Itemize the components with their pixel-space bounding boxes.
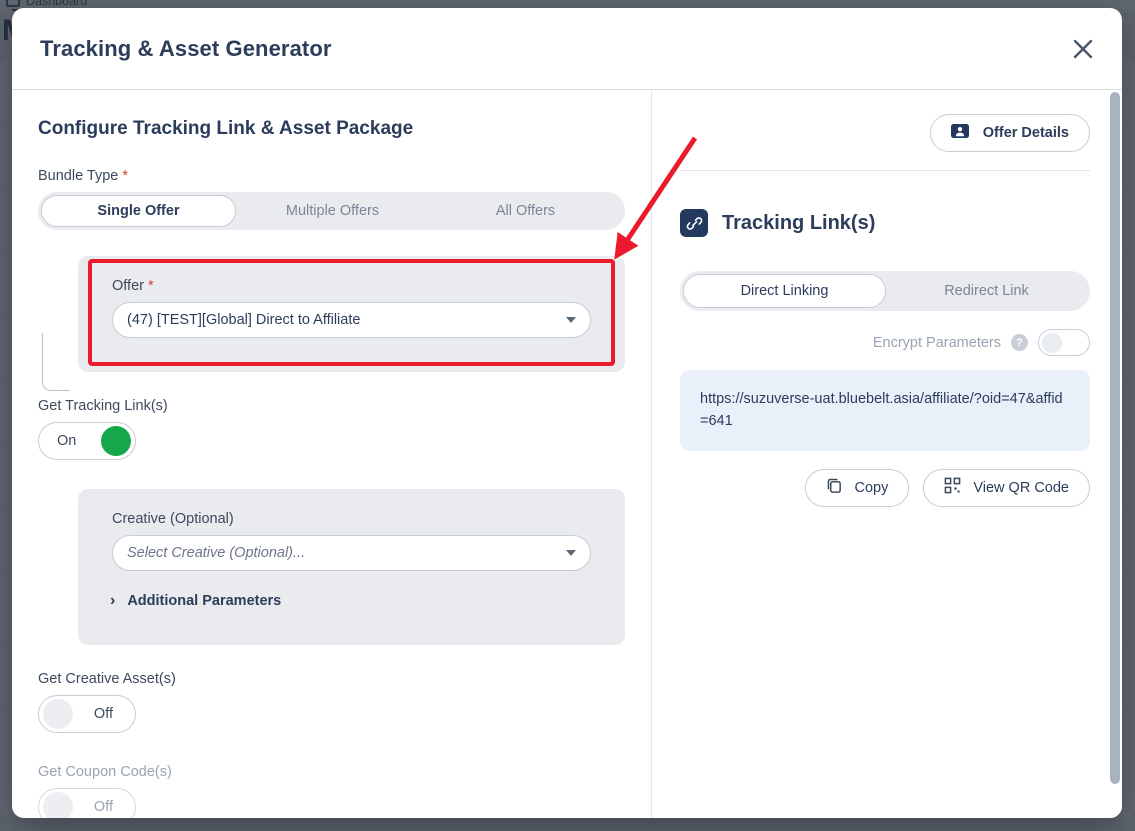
view-qr-code-button[interactable]: View QR Code <box>923 469 1090 507</box>
additional-parameters-accordion[interactable]: › Additional Parameters <box>110 593 603 609</box>
chevron-right-icon: › <box>110 593 115 609</box>
modal-title: Tracking & Asset Generator <box>40 36 332 62</box>
get-tracking-links-label: Get Tracking Link(s) <box>38 398 625 414</box>
link-icon <box>680 209 708 237</box>
get-coupon-codes-state: Off <box>94 799 113 815</box>
creative-select[interactable]: Select Creative (Optional)... <box>112 535 591 571</box>
offer-details-row: Offer Details <box>680 114 1090 152</box>
configure-panel: Configure Tracking Link & Asset Package … <box>12 90 652 818</box>
toggle-knob <box>1042 333 1062 353</box>
copy-button[interactable]: Copy <box>805 469 910 507</box>
modal-header: Tracking & Asset Generator <box>12 8 1122 90</box>
encrypt-parameters-label: Encrypt Parameters <box>873 335 1001 351</box>
bundle-type-option-single-offer[interactable]: Single Offer <box>41 195 236 227</box>
tracking-asset-generator-modal: Tracking & Asset Generator Configure Tra… <box>12 8 1122 818</box>
close-icon[interactable] <box>1066 32 1100 66</box>
close-glyph <box>1072 38 1094 60</box>
tracking-links-title: Tracking Link(s) <box>722 212 875 235</box>
tab-direct-linking[interactable]: Direct Linking <box>683 274 886 308</box>
offer-subpanel: Offer * (47) [TEST][Global] Direct to Af… <box>78 256 625 372</box>
scrollbar-thumb[interactable] <box>1110 92 1120 784</box>
encrypt-parameters-row: Encrypt Parameters ? <box>680 329 1090 356</box>
url-action-buttons: Copy View QR Code <box>680 469 1090 507</box>
creative-label: Creative (Optional) <box>112 511 603 527</box>
copy-icon <box>826 477 843 498</box>
creative-subpanel: Creative (Optional) Select Creative (Opt… <box>78 489 625 645</box>
modal-body: Configure Tracking Link & Asset Package … <box>12 90 1122 818</box>
encrypt-parameters-toggle[interactable] <box>1038 329 1090 356</box>
section-title: Configure Tracking Link & Asset Package <box>38 118 625 140</box>
contact-card-icon <box>951 124 969 142</box>
offer-select-value: (47) [TEST][Global] Direct to Affiliate <box>127 312 360 328</box>
copy-label: Copy <box>855 480 889 496</box>
get-tracking-links-state: On <box>57 433 76 449</box>
view-qr-code-label: View QR Code <box>973 480 1069 496</box>
tracking-url-value[interactable]: https://suzuverse-uat.bluebelt.asia/affi… <box>680 370 1090 451</box>
connector-line-offer <box>42 333 70 391</box>
offer-label: Offer * <box>112 278 603 294</box>
bundle-type-option-all-offers[interactable]: All Offers <box>429 195 622 227</box>
get-creative-assets-state: Off <box>94 706 113 722</box>
tracking-links-heading: Tracking Link(s) <box>680 209 1090 237</box>
right-panel-divider <box>680 170 1090 171</box>
bundle-type-option-multiple-offers[interactable]: Multiple Offers <box>236 195 429 227</box>
tab-redirect-link[interactable]: Redirect Link <box>886 274 1087 308</box>
chevron-down-icon <box>566 550 576 556</box>
additional-parameters-label: Additional Parameters <box>127 593 281 609</box>
offer-select[interactable]: (47) [TEST][Global] Direct to Affiliate <box>112 302 591 338</box>
get-tracking-links-toggle[interactable]: On <box>38 422 136 460</box>
required-asterisk: * <box>122 168 128 184</box>
get-creative-assets-label: Get Creative Asset(s) <box>38 671 625 687</box>
bundle-type-label: Bundle Type * <box>38 168 625 184</box>
offer-details-button[interactable]: Offer Details <box>930 114 1090 152</box>
tracking-link-panel: Offer Details Tracking Link(s) Direct Li… <box>652 90 1122 818</box>
toggle-knob <box>101 426 131 456</box>
chevron-down-icon <box>566 317 576 323</box>
creative-select-placeholder: Select Creative (Optional)... <box>127 545 305 561</box>
required-asterisk: * <box>148 278 154 294</box>
get-coupon-codes-toggle[interactable]: Off <box>38 788 136 818</box>
qr-code-icon <box>944 477 961 498</box>
link-type-segmented-control[interactable]: Direct Linking Redirect Link <box>680 271 1090 311</box>
offer-details-label: Offer Details <box>983 125 1069 141</box>
toggle-knob <box>43 699 73 729</box>
get-creative-assets-toggle[interactable]: Off <box>38 695 136 733</box>
modal-scrollbar[interactable] <box>1108 90 1122 818</box>
get-coupon-codes-label: Get Coupon Code(s) <box>38 764 625 780</box>
help-icon[interactable]: ? <box>1011 334 1028 351</box>
toggle-knob <box>43 792 73 818</box>
bundle-type-segmented-control[interactable]: Single Offer Multiple Offers All Offers <box>38 192 625 230</box>
